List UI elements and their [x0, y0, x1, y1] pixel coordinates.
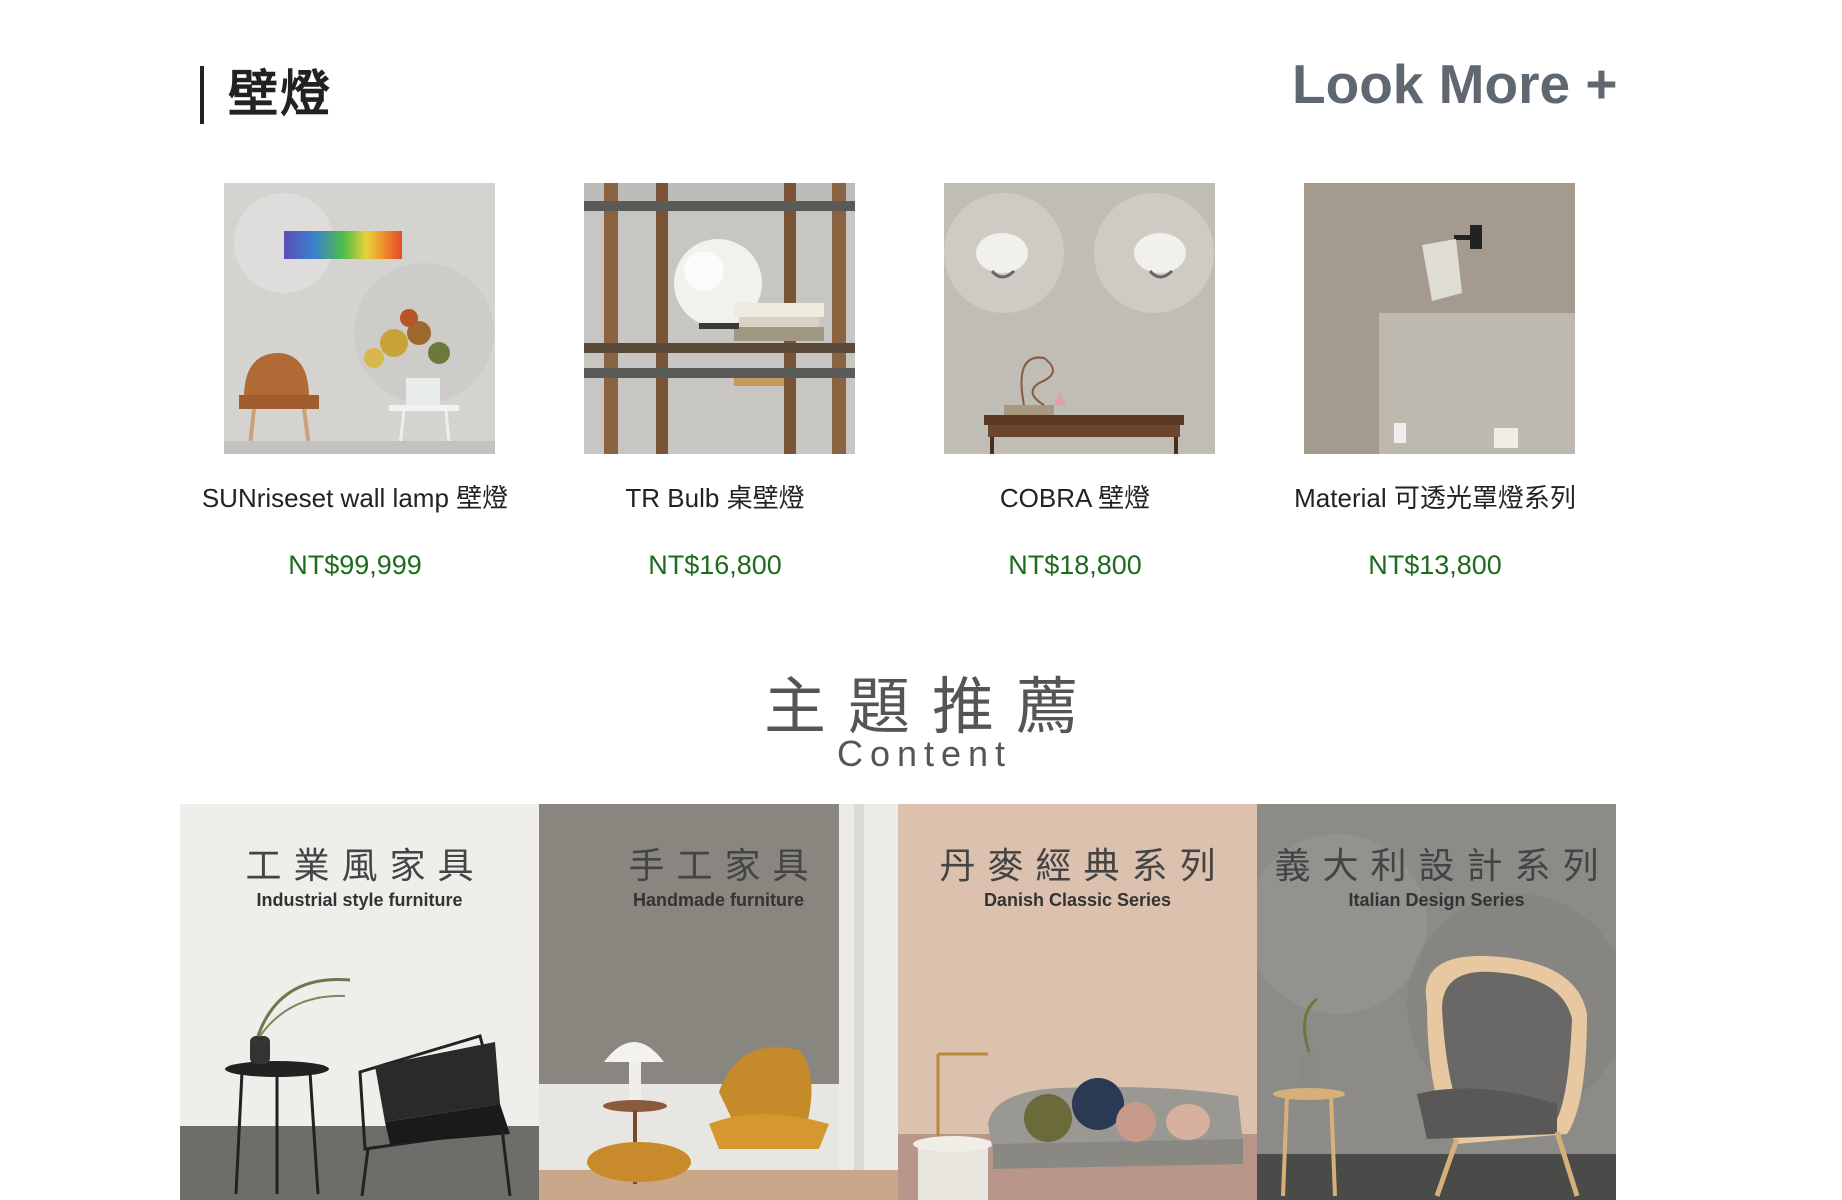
- title-accent-bar: [200, 66, 204, 124]
- look-more-link[interactable]: Look More +: [1292, 52, 1617, 116]
- theme-card-danish[interactable]: 丹麥經典系列 Danish Classic Series: [898, 804, 1257, 1200]
- product-price: NT$18,800: [1008, 550, 1142, 580]
- card-title: 工業風家具: [245, 845, 486, 886]
- product-image[interactable]: [944, 183, 1215, 454]
- product-list: SUNriseset wall lamp 壁燈 NT$99,999 TR Bul…: [190, 183, 1590, 603]
- section-header: 壁燈: [200, 54, 332, 126]
- card-subtitle: Danish Classic Series: [983, 890, 1172, 910]
- card-subtitle: Industrial style furniture: [256, 890, 463, 910]
- product-image[interactable]: [1304, 183, 1575, 454]
- theme-card-industrial[interactable]: 工業風家具 Industrial style furniture: [180, 804, 539, 1200]
- product-image[interactable]: [224, 183, 495, 454]
- product-name[interactable]: COBRA 壁燈: [900, 478, 1250, 515]
- product-image[interactable]: [584, 183, 855, 454]
- theme-cards: 工業風家具 Industrial style furniture 手工家具 Ha…: [180, 804, 1617, 1200]
- card-title: 手工家具: [628, 845, 821, 886]
- theme-card-italian[interactable]: 義大利設計系列 Italian Design Series: [1257, 804, 1616, 1200]
- section-title: 壁燈: [228, 66, 332, 122]
- card-title: 義大利設計系列: [1274, 845, 1611, 886]
- theme-card-handmade[interactable]: 手工家具 Handmade furniture: [539, 804, 898, 1200]
- product-price: NT$13,800: [1368, 550, 1502, 580]
- product-name[interactable]: TR Bulb 桌壁燈: [540, 478, 890, 515]
- product-price: NT$99,999: [288, 550, 422, 580]
- card-title: 丹麥經典系列: [939, 845, 1228, 886]
- product-name[interactable]: SUNriseset wall lamp 壁燈: [180, 478, 530, 515]
- product-price: NT$16,800: [648, 550, 782, 580]
- card-subtitle: Italian Design Series: [1348, 890, 1525, 910]
- card-subtitle: Handmade furniture: [632, 890, 805, 910]
- theme-subtitle: Content: [836, 733, 1013, 774]
- product-name[interactable]: Material 可透光罩燈系列: [1260, 478, 1610, 515]
